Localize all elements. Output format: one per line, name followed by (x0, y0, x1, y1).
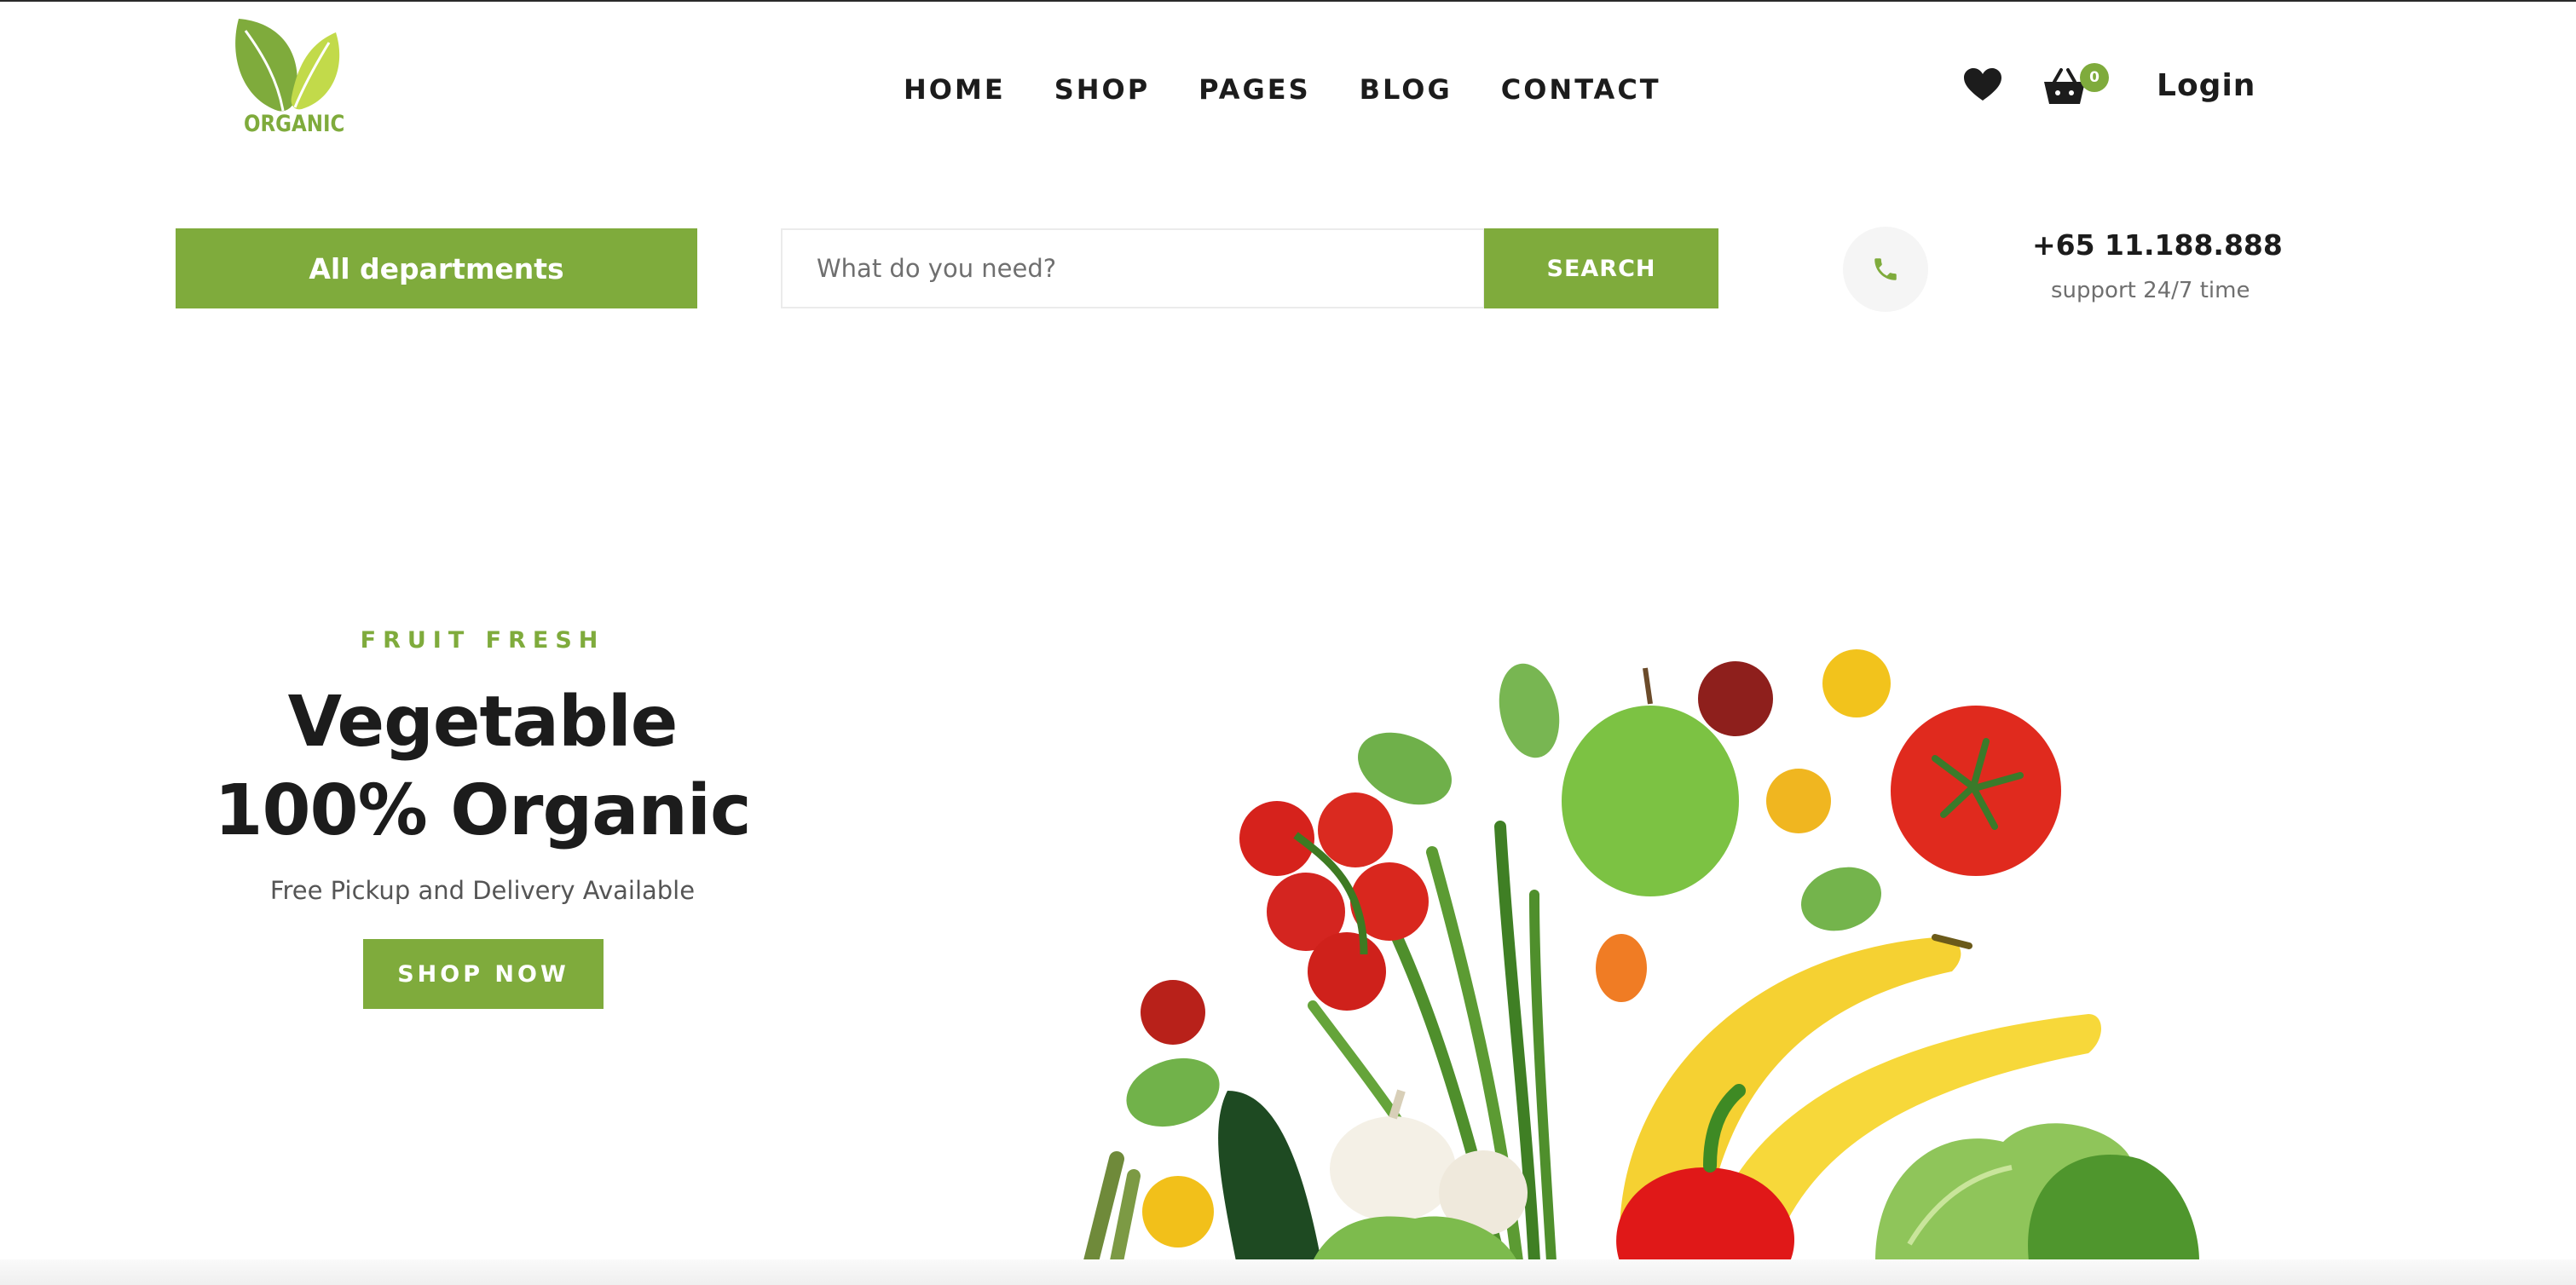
nav-shop[interactable]: SHOP (1054, 73, 1150, 106)
fruits-vegetables-image (1083, 649, 2199, 1261)
search-input[interactable] (783, 230, 1483, 307)
window-top-border (0, 0, 2576, 2)
phone-number: +65 11.188.888 (2032, 228, 2283, 262)
cart-count-badge: 0 (2080, 63, 2109, 92)
support-text: support 24/7 time (2051, 278, 2250, 303)
main-nav: HOME SHOP PAGES BLOG CONTACT (904, 73, 1661, 106)
bottom-edge (0, 1259, 2576, 1285)
nav-contact[interactable]: CONTACT (1501, 73, 1661, 106)
all-departments-button[interactable]: All departments (176, 228, 697, 308)
hero-title-line2: 100% Organic (214, 770, 751, 851)
nav-home[interactable]: HOME (904, 73, 1006, 106)
search-box (781, 228, 1485, 308)
login-link[interactable]: Login (2157, 68, 2255, 103)
heart-icon[interactable] (1964, 68, 2001, 102)
search-button[interactable]: SEARCH (1484, 228, 1718, 308)
logo-text: ORGANIC (244, 111, 345, 137)
hero-subtitle: Free Pickup and Delivery Available (269, 876, 696, 905)
nav-pages[interactable]: PAGES (1198, 73, 1310, 106)
hero-title: Vegetable 100% Organic (205, 678, 760, 856)
phone-icon (1874, 258, 1897, 280)
phone-circle (1843, 227, 1928, 312)
hero-title-line1: Vegetable (287, 682, 679, 763)
shop-now-button[interactable]: SHOP NOW (363, 939, 604, 1009)
hero-kicker: FRUIT FRESH (360, 627, 605, 654)
nav-blog[interactable]: BLOG (1360, 73, 1453, 106)
